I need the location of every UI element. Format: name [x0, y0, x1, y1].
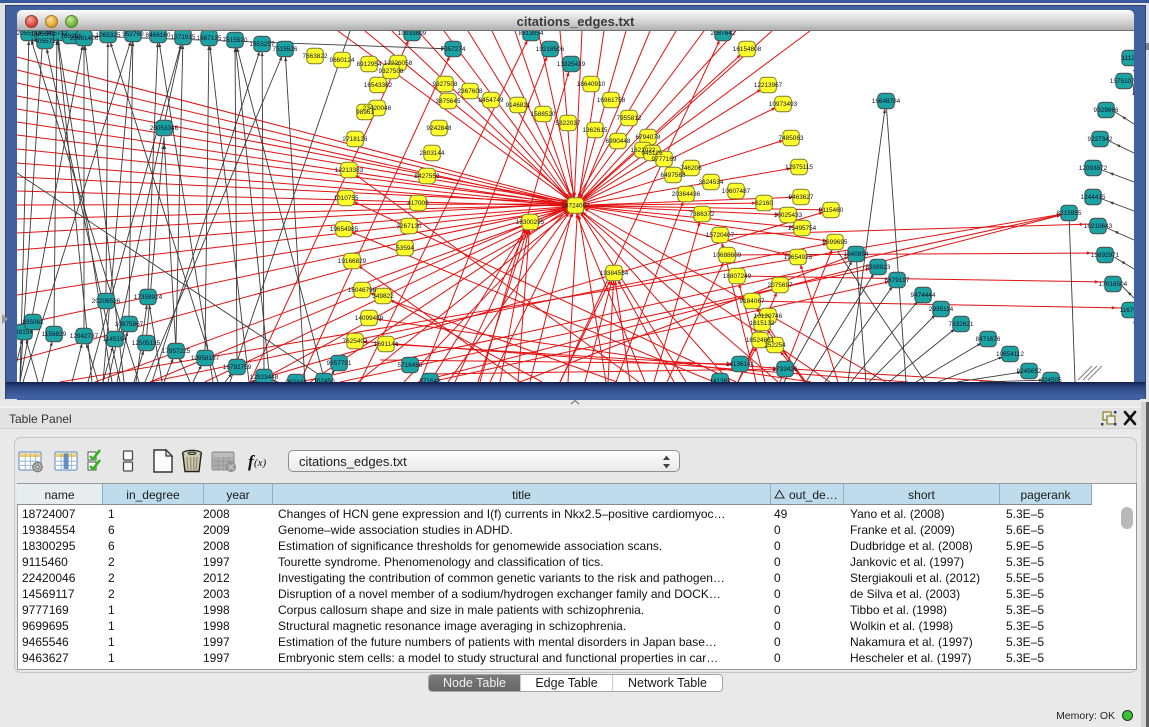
svg-text:(x): (x)	[254, 457, 267, 469]
